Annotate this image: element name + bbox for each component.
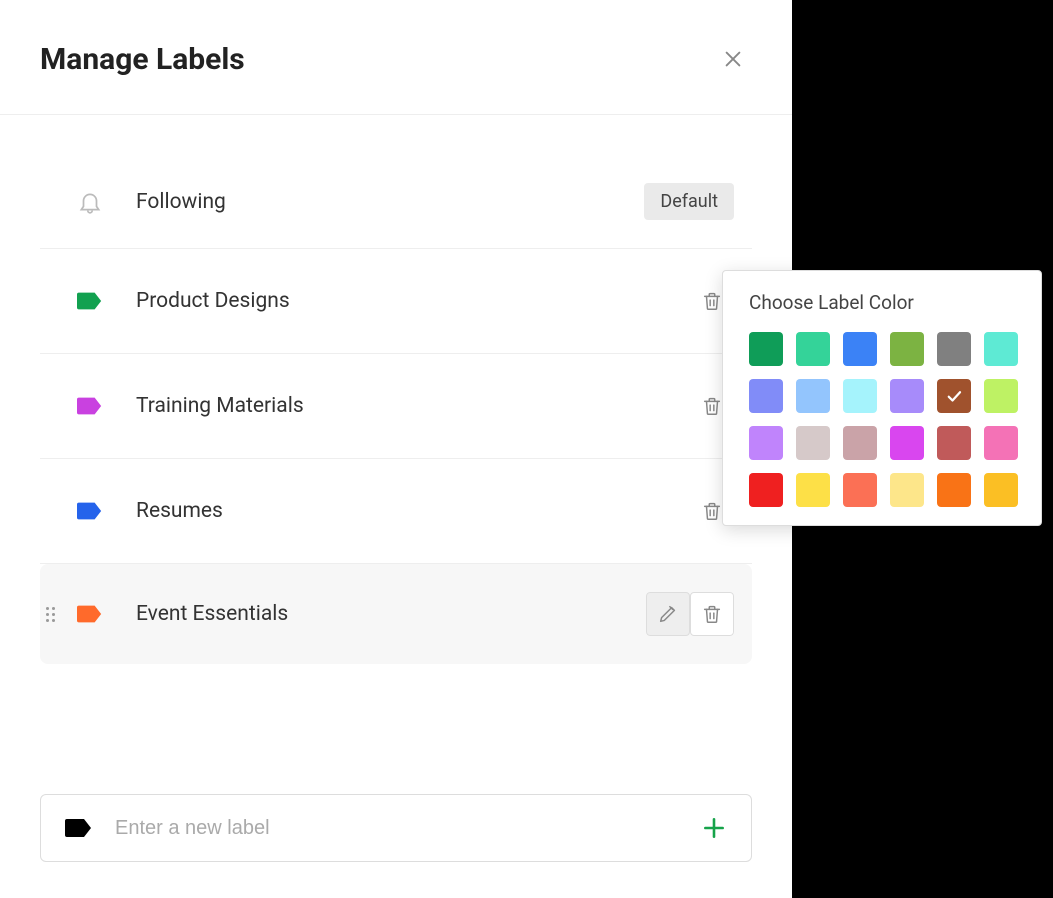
close-button[interactable] [714, 40, 752, 78]
label-name: Product Designs [136, 289, 690, 313]
color-picker-popover: Choose Label Color [722, 270, 1042, 526]
pencil-icon [657, 601, 679, 627]
delete-label-button[interactable] [690, 592, 734, 636]
label-list: Following Default Product Designs [0, 115, 792, 664]
bell-icon [74, 189, 106, 215]
color-grid [749, 332, 1015, 507]
trash-icon [701, 288, 723, 314]
color-swatch[interactable] [984, 379, 1018, 413]
color-swatch[interactable] [890, 473, 924, 507]
color-swatch[interactable] [890, 332, 924, 366]
color-swatch[interactable] [937, 426, 971, 460]
trash-icon [701, 498, 723, 524]
label-row[interactable]: Resumes [40, 459, 752, 564]
check-icon [945, 387, 963, 405]
label-name: Event Essentials [136, 602, 646, 626]
color-swatch[interactable] [749, 332, 783, 366]
tag-icon [74, 393, 106, 419]
color-swatch[interactable] [843, 332, 877, 366]
default-badge: Default [644, 183, 734, 220]
color-swatch[interactable] [937, 473, 971, 507]
color-swatch[interactable] [937, 332, 971, 366]
new-label-color-swatch[interactable] [65, 817, 93, 839]
trash-icon [701, 393, 723, 419]
modal-header: Manage Labels [0, 0, 792, 115]
label-row[interactable]: Product Designs [40, 249, 752, 354]
label-row[interactable]: Event Essentials [40, 564, 752, 664]
default-label-row: Following Default [40, 155, 752, 249]
color-swatch[interactable] [796, 473, 830, 507]
color-swatch[interactable] [843, 426, 877, 460]
plus-icon [701, 815, 727, 841]
color-swatch[interactable] [984, 473, 1018, 507]
color-swatch[interactable] [749, 426, 783, 460]
label-name: Following [136, 190, 644, 214]
trash-icon [701, 601, 723, 627]
tag-icon [74, 601, 106, 627]
add-label-button[interactable] [701, 815, 727, 841]
tag-icon [74, 288, 106, 314]
color-swatch[interactable] [843, 379, 877, 413]
label-name: Resumes [136, 499, 690, 523]
color-swatch[interactable] [796, 332, 830, 366]
manage-labels-modal: Manage Labels Following Default [0, 0, 792, 898]
tag-icon [74, 498, 106, 524]
color-swatch[interactable] [749, 379, 783, 413]
drag-handle[interactable] [46, 607, 60, 622]
color-swatch[interactable] [984, 332, 1018, 366]
new-label-input[interactable] [115, 817, 679, 840]
color-swatch[interactable] [890, 379, 924, 413]
color-swatch[interactable] [749, 473, 783, 507]
color-swatch[interactable] [796, 426, 830, 460]
color-swatch[interactable] [890, 426, 924, 460]
new-label-input-container [40, 794, 752, 862]
color-swatch[interactable] [984, 426, 1018, 460]
row-actions [646, 592, 734, 636]
color-swatch[interactable] [937, 379, 971, 413]
color-swatch[interactable] [796, 379, 830, 413]
label-row[interactable]: Training Materials [40, 354, 752, 459]
color-swatch[interactable] [843, 473, 877, 507]
close-icon [722, 48, 744, 70]
edit-label-button[interactable] [646, 592, 690, 636]
modal-title: Manage Labels [40, 42, 245, 77]
color-picker-title: Choose Label Color [749, 291, 1015, 314]
label-name: Training Materials [136, 394, 690, 418]
